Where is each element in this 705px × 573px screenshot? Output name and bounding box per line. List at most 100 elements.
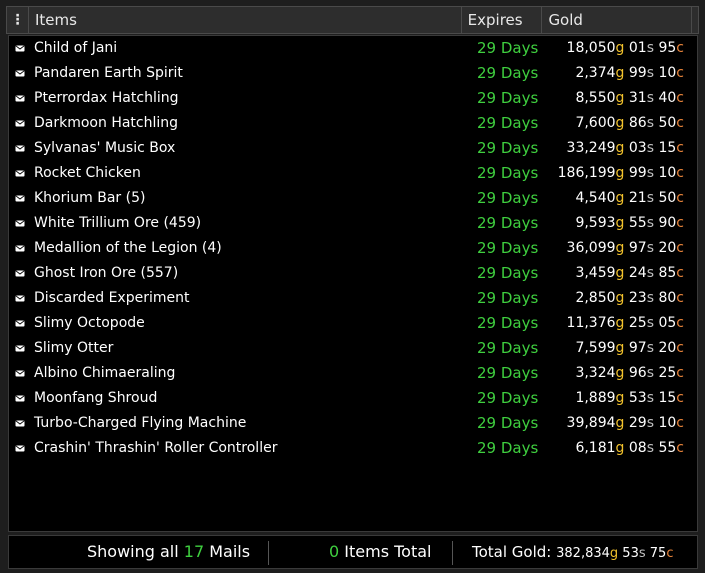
item-name: Discarded Experiment (34, 290, 190, 306)
item-name: Pandaren Earth Spirit (34, 65, 183, 81)
expires-value: 29 Days (477, 364, 539, 382)
gold-value: 2,374g 99s 10c (575, 65, 684, 81)
gold-value: 7,599g 97s 20c (575, 340, 684, 356)
mail-row[interactable]: White Trillium Ore (459) 29 Days 9,593g 55… (9, 211, 697, 236)
mail-envelope-icon (15, 445, 25, 452)
expires-value: 29 Days (477, 289, 539, 307)
item-name: Sylvanas' Music Box (34, 140, 176, 156)
mail-row[interactable]: Slimy Otter 29 Days 7,599g 97s 20c (9, 336, 697, 361)
mail-row[interactable]: Crashin' Thrashin' Roller Controller 29 D… (9, 436, 697, 461)
footer-divider (268, 541, 269, 565)
expires-value: 29 Days (477, 139, 539, 157)
mail-envelope-icon (15, 270, 25, 277)
mail-row[interactable]: Sylvanas' Music Box 29 Days 33,249g 03s 15… (9, 136, 697, 161)
footer-divider (452, 541, 453, 565)
mail-envelope-icon (15, 395, 25, 402)
items-total-summary: 0 Items Total (329, 536, 432, 568)
expires-value: 29 Days (477, 264, 539, 282)
mail-envelope-icon (15, 420, 25, 427)
column-header-gold[interactable]: Gold (542, 7, 692, 33)
expires-value: 29 Days (477, 339, 539, 357)
mail-row[interactable]: Khorium Bar (5) 29 Days 4,540g 21s 50c (9, 186, 697, 211)
mail-row[interactable]: Pandaren Earth Spirit 29 Days 2,374g 99s 1… (9, 61, 697, 86)
item-name: Albino Chimaeraling (34, 365, 176, 381)
gold-value: 7,600g 86s 50c (575, 115, 684, 131)
mail-row[interactable]: Ghost Iron Ore (557) 29 Days 3,459g 24s 85… (9, 261, 697, 286)
gold-value: 1,889g 53s 15c (575, 390, 684, 406)
mail-envelope-icon (15, 145, 25, 152)
showing-suffix: Mails (209, 542, 251, 561)
mail-envelope-icon (15, 170, 25, 177)
mail-envelope-icon (15, 120, 25, 127)
gold-value: 3,324g 96s 25c (575, 365, 684, 381)
gold-value: 33,249g 03s 15c (566, 140, 684, 156)
gold-value: 186,199g 99s 10c (557, 165, 684, 181)
column-header-expires[interactable]: Expires (462, 7, 543, 33)
item-name: White Trillium Ore (459) (34, 215, 202, 231)
expires-value: 29 Days (477, 64, 539, 82)
status-footer: Showing all 17 Mails 0 Items Total Total… (8, 535, 698, 569)
item-name: Turbo-Charged Flying Machine (34, 415, 247, 431)
mail-envelope-icon (15, 195, 25, 202)
expires-value: 29 Days (477, 314, 539, 332)
item-name: Slimy Otter (34, 340, 114, 356)
item-name: Crashin' Thrashin' Roller Controller (34, 440, 278, 456)
items-count: 0 (329, 542, 340, 561)
mail-row[interactable]: Medallion of the Legion (4) 29 Days 36,099… (9, 236, 697, 261)
expires-value: 29 Days (477, 214, 539, 232)
total-gold-summary: Total Gold: 382,834g 53s 75c (472, 536, 673, 570)
gold-value: 4,540g 21s 50c (575, 190, 684, 206)
kebab-menu-icon[interactable]: ⋮ (7, 7, 29, 33)
item-name: Child of Jani (34, 40, 118, 56)
mail-row[interactable]: Moonfang Shroud 29 Days 1,889g 53s 15c (9, 386, 697, 411)
item-name: Pterrordax Hatchling (34, 90, 179, 106)
expires-value: 29 Days (477, 39, 539, 57)
mail-row[interactable]: Darkmoon Hatchling 29 Days 7,600g 86s 50c (9, 111, 697, 136)
gold-value: 18,050g 01s 95c (566, 40, 684, 56)
mail-envelope-icon (15, 95, 25, 102)
mail-envelope-icon (15, 295, 25, 302)
mail-envelope-icon (15, 345, 25, 352)
mail-count: 17 (183, 542, 205, 561)
expires-value: 29 Days (477, 189, 539, 207)
mail-row[interactable]: Slimy Octopode 29 Days 11,376g 25s 05c (9, 311, 697, 336)
item-name: Darkmoon Hatchling (34, 115, 179, 131)
mail-envelope-icon (15, 370, 25, 377)
item-name: Slimy Octopode (34, 315, 145, 331)
item-name: Medallion of the Legion (4) (34, 240, 222, 256)
expires-value: 29 Days (477, 239, 539, 257)
total-gold-value: 382,834g 53s 75c (556, 546, 674, 561)
mail-envelope-icon (15, 245, 25, 252)
mail-row[interactable]: Child of Jani 29 Days 18,050g 01s 95c (9, 36, 697, 61)
mail-row[interactable]: Discarded Experiment 29 Days 2,850g 23s 80… (9, 286, 697, 311)
total-gold-label: Total Gold: (472, 543, 552, 561)
expires-value: 29 Days (477, 89, 539, 107)
gold-value: 39,894g 29s 10c (566, 415, 684, 431)
gold-value: 6,181g 08s 55c (575, 440, 684, 456)
column-header-items[interactable]: Items (29, 7, 462, 33)
mail-count-summary: Showing all 17 Mails (87, 536, 250, 568)
mail-row[interactable]: Rocket Chicken 29 Days 186,199g 99s 10c (9, 161, 697, 186)
expires-value: 29 Days (477, 439, 539, 457)
mail-envelope-icon (15, 70, 25, 77)
table-header: ⋮ Items Expires Gold (6, 6, 699, 34)
mail-row[interactable]: Pterrordax Hatchling 29 Days 8,550g 31s 40… (9, 86, 697, 111)
item-name: Moonfang Shroud (34, 390, 158, 406)
expires-value: 29 Days (477, 114, 539, 132)
gold-value: 36,099g 97s 20c (566, 240, 684, 256)
gold-value: 3,459g 24s 85c (575, 265, 684, 281)
mail-row[interactable]: Albino Chimaeraling 29 Days 3,324g 96s 25c (9, 361, 697, 386)
gold-value: 9,593g 55s 90c (575, 215, 684, 231)
gold-value: 2,850g 23s 80c (575, 290, 684, 306)
showing-prefix: Showing all (87, 542, 179, 561)
expires-value: 29 Days (477, 164, 539, 182)
item-name: Ghost Iron Ore (557) (34, 265, 179, 281)
mail-row[interactable]: Turbo-Charged Flying Machine 29 Days 39,89… (9, 411, 697, 436)
item-name: Khorium Bar (5) (34, 190, 146, 206)
column-header-spacer (692, 7, 698, 33)
gold-value: 8,550g 31s 40c (575, 90, 684, 106)
mail-envelope-icon (15, 220, 25, 227)
gold-value: 11,376g 25s 05c (566, 315, 684, 331)
mail-envelope-icon (15, 45, 25, 52)
mail-list: Child of Jani 29 Days 18,050g 01s 95c Panda… (8, 35, 698, 532)
